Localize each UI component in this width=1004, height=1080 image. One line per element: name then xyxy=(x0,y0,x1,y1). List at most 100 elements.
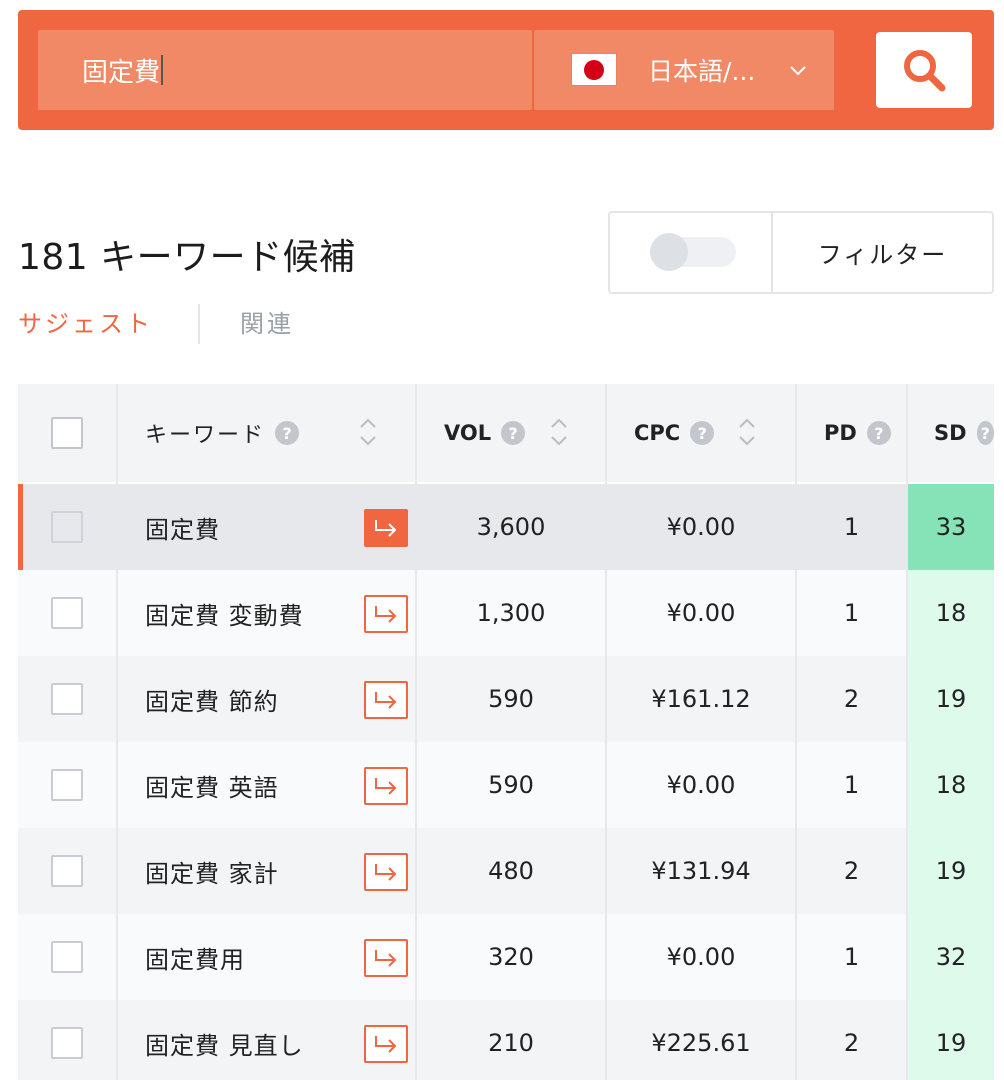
search-button[interactable] xyxy=(876,32,972,108)
tab-divider xyxy=(198,304,200,344)
keyword-cell: 固定費 節約 xyxy=(118,656,415,742)
arrow-return-icon xyxy=(375,778,397,795)
filter-panel: フィルター xyxy=(608,211,994,294)
help-icon[interactable]: ? xyxy=(501,421,526,445)
sd-cell: 33 xyxy=(908,484,994,570)
open-keyword-button[interactable] xyxy=(364,939,408,977)
column-separator xyxy=(415,384,417,1080)
row-checkbox[interactable] xyxy=(51,597,83,629)
help-icon[interactable]: ? xyxy=(976,421,994,445)
row-checkbox[interactable] xyxy=(51,511,83,543)
vol-cell: 210 xyxy=(488,1029,534,1057)
cpc-cell: ¥0.00 xyxy=(666,771,736,799)
column-sd[interactable]: SD ? xyxy=(908,384,994,482)
open-keyword-button[interactable] xyxy=(364,595,408,633)
help-icon[interactable]: ? xyxy=(275,421,300,445)
column-cpc[interactable]: CPC ? xyxy=(607,384,795,482)
table-row[interactable]: 固定費 節約 590 ¥161.12 2 19 xyxy=(18,656,994,742)
sd-cell: 19 xyxy=(908,828,994,914)
column-separator xyxy=(116,384,118,1080)
keyword-cell: 固定費 xyxy=(118,484,415,570)
open-keyword-button[interactable] xyxy=(364,1025,408,1063)
keyword-cell: 固定費 家計 xyxy=(118,828,415,914)
pd-cell: 2 xyxy=(843,857,860,885)
sd-cell: 18 xyxy=(908,570,994,656)
toggle-knob xyxy=(650,233,688,271)
column-pd[interactable]: PD ? xyxy=(797,384,906,482)
column-pd-label: PD xyxy=(824,421,857,445)
row-checkbox[interactable] xyxy=(51,769,83,801)
keyword-text[interactable]: 固定費 英語 xyxy=(145,768,279,803)
table-header: キーワード ? VOL ? CPC ? PD ? SD ? xyxy=(18,384,994,482)
search-bar: 固定費 日本語/... xyxy=(18,10,994,130)
open-keyword-button[interactable] xyxy=(364,767,408,805)
sort-icon[interactable] xyxy=(549,414,569,450)
tab-suggest[interactable]: サジェスト xyxy=(18,304,153,339)
column-separator xyxy=(605,384,607,1080)
arrow-return-icon xyxy=(375,692,397,709)
vol-cell: 1,300 xyxy=(476,599,546,627)
cpc-cell: ¥0.00 xyxy=(666,513,736,541)
column-sd-label: SD xyxy=(934,421,967,445)
row-select-cell xyxy=(18,570,116,656)
pd-cell: 2 xyxy=(843,685,860,713)
table-row[interactable]: 固定費 家計 480 ¥131.94 2 19 xyxy=(18,828,994,914)
keyword-text[interactable]: 固定費用 xyxy=(145,940,245,975)
row-select-cell xyxy=(18,656,116,742)
row-checkbox[interactable] xyxy=(51,855,83,887)
keyword-cell: 固定費 変動費 xyxy=(118,570,415,656)
cpc-cell: ¥0.00 xyxy=(666,943,736,971)
column-keyword[interactable]: キーワード ? xyxy=(118,384,415,482)
chevron-down-icon xyxy=(790,66,806,76)
sd-cell: 19 xyxy=(908,656,994,742)
help-icon[interactable]: ? xyxy=(866,421,891,445)
keyword-text[interactable]: 固定費 家計 xyxy=(145,854,279,889)
keyword-table: キーワード ? VOL ? CPC ? PD ? SD ? 固定費 3,600 … xyxy=(18,384,994,1080)
arrow-return-icon xyxy=(375,950,397,967)
text-caret xyxy=(161,55,164,85)
sort-icon[interactable] xyxy=(737,414,757,450)
row-select-cell xyxy=(18,828,116,914)
select-all-checkbox[interactable] xyxy=(51,417,83,449)
help-icon[interactable]: ? xyxy=(690,421,715,445)
row-select-cell xyxy=(18,1000,116,1080)
table-row[interactable]: 固定費用 320 ¥0.00 1 32 xyxy=(18,914,994,1000)
keyword-cell: 固定費用 xyxy=(118,914,415,1000)
table-row[interactable]: 固定費 見直し 210 ¥225.61 2 19 xyxy=(18,1000,994,1080)
pd-cell: 1 xyxy=(843,943,860,971)
table-row[interactable]: 固定費 変動費 1,300 ¥0.00 1 18 xyxy=(18,570,994,656)
open-keyword-button[interactable] xyxy=(364,509,408,547)
keyword-text[interactable]: 固定費 見直し xyxy=(145,1026,304,1061)
pd-cell: 2 xyxy=(843,1029,860,1057)
search-query-text: 固定費 xyxy=(82,57,161,88)
row-checkbox[interactable] xyxy=(51,1027,83,1059)
select-all-cell xyxy=(18,384,116,482)
open-keyword-button[interactable] xyxy=(364,853,408,891)
keyword-text[interactable]: 固定費 xyxy=(145,510,220,545)
keyword-cell: 固定費 英語 xyxy=(118,742,415,828)
filter-button[interactable]: フィルター xyxy=(773,213,992,292)
tab-related[interactable]: 関連 xyxy=(240,304,294,339)
open-keyword-button[interactable] xyxy=(364,681,408,719)
table-row[interactable]: 固定費 英語 590 ¥0.00 1 18 xyxy=(18,742,994,828)
vol-cell: 320 xyxy=(488,943,534,971)
column-vol[interactable]: VOL ? xyxy=(417,384,605,482)
row-checkbox[interactable] xyxy=(51,683,83,715)
row-checkbox[interactable] xyxy=(51,941,83,973)
sort-icon[interactable] xyxy=(358,414,378,450)
keyword-text[interactable]: 固定費 変動費 xyxy=(145,596,304,631)
keyword-text[interactable]: 固定費 節約 xyxy=(145,682,279,717)
language-select[interactable]: 日本語/... xyxy=(534,30,834,110)
japan-flag-icon xyxy=(572,54,616,85)
arrow-return-icon xyxy=(375,864,397,881)
arrow-return-icon xyxy=(375,520,397,537)
cpc-cell: ¥0.00 xyxy=(666,599,736,627)
keyword-search-input[interactable]: 固定費 xyxy=(38,30,532,110)
arrow-return-icon xyxy=(375,1036,397,1053)
column-separator xyxy=(795,384,797,1080)
table-row[interactable]: 固定費 3,600 ¥0.00 1 33 xyxy=(18,484,994,570)
sd-cell: 19 xyxy=(908,1000,994,1080)
language-label: 日本語/... xyxy=(648,57,756,86)
sd-cell: 32 xyxy=(908,914,994,1000)
filter-toggle[interactable] xyxy=(650,233,736,271)
